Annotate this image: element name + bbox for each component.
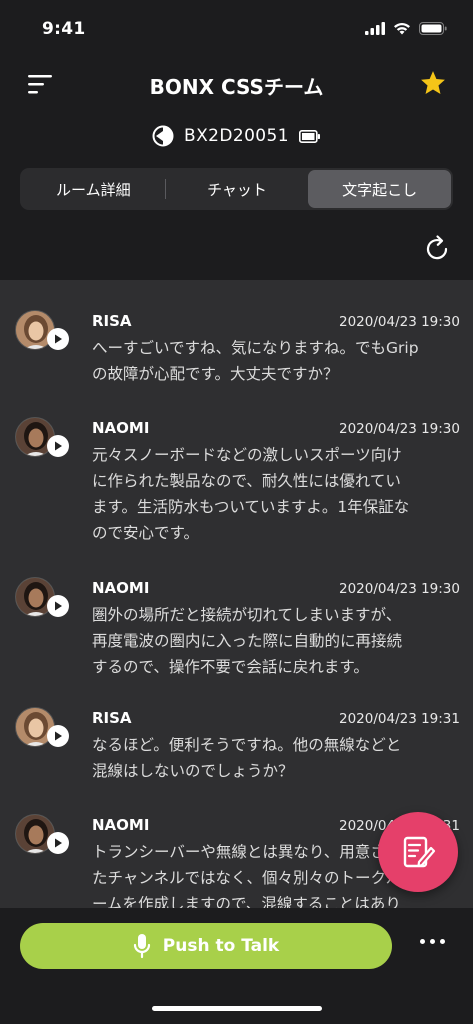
status-bar: 9:41 [0, 0, 473, 60]
speaker-name: RISA [92, 312, 132, 330]
play-audio-button[interactable] [47, 435, 69, 457]
tab-transcription[interactable]: 文字起こし [308, 170, 452, 208]
message-line: 混線はしないのでしょうか？ [92, 762, 294, 780]
device-row[interactable]: BX2D20051 [0, 120, 473, 152]
message-line: なるほど。便利そうですね。他の無線などと [92, 736, 402, 754]
compose-button[interactable] [378, 812, 458, 892]
speaker-name: NAOMI [92, 579, 150, 597]
message-text: なるほど。便利そうですね。他の無線などと 混線はしないのでしょうか？ [92, 732, 462, 784]
play-icon [55, 731, 62, 741]
page-title: BONX CSSチーム [149, 75, 324, 99]
message-line: ます。生活防水もついていますよ。1年保証な [92, 498, 410, 516]
device-battery-icon [298, 129, 320, 143]
avatar-wrap [15, 310, 69, 356]
status-time: 9:41 [42, 19, 86, 39]
push-to-talk-label: Push to Talk [162, 936, 280, 956]
battery-icon [419, 22, 447, 35]
avatar-wrap [15, 707, 69, 753]
avatar-wrap [15, 814, 69, 860]
message-text: 元々スノーボードなどの激しいスポーツ向け に作られた製品なので、耐久性には優れてい… [92, 442, 462, 546]
speaker-name: NAOMI [92, 816, 150, 834]
tab-bar: ルーム詳細 チャット 文字起こし [20, 168, 453, 210]
play-audio-button[interactable] [47, 595, 69, 617]
speaker-name: RISA [92, 709, 132, 727]
tab-room-details[interactable]: ルーム詳細 [22, 170, 165, 208]
push-to-talk-button[interactable]: Push to Talk [20, 923, 392, 969]
dot [440, 939, 445, 944]
message-text: 圏外の場所だと接続が切れてしまいますが、 再度電波の圏内に入った際に自動的に再接続… [92, 602, 462, 680]
play-audio-button[interactable] [47, 832, 69, 854]
play-icon [55, 334, 62, 344]
more-options-icon[interactable] [420, 939, 445, 944]
transcription-item: NAOMI 2020/04/23 19:30 圏外の場所だと接続が切れてしまいますが… [0, 577, 473, 707]
status-icons [365, 22, 447, 35]
header: BONX CSSチーム [0, 60, 473, 110]
note-edit-icon [403, 836, 436, 868]
message-timestamp: 2020/04/23 19:30 [338, 581, 460, 597]
message-line: に作られた製品なので、耐久性には優れてい [92, 472, 401, 490]
cellular-signal-icon [365, 22, 385, 35]
message-line: 再度電波の圏内に入った際に自動的に再接続 [92, 632, 403, 650]
tab-chat[interactable]: チャット [166, 170, 309, 208]
home-indicator [152, 1006, 322, 1011]
microphone-icon [133, 934, 150, 959]
transcription-item: RISA 2020/04/23 19:30 へーすごいですね、気になりますね。でもG… [0, 310, 473, 417]
message-line: へーすごいですね、気になりますね。でもGrip [92, 339, 419, 357]
tab-label: チャット [207, 180, 267, 199]
transcription-list[interactable]: RISA 2020/04/23 19:30 へーすごいですね、気になりますね。でもG… [0, 280, 473, 908]
message-line: の故障が心配です。大丈夫ですか？ [92, 365, 339, 383]
favorite-star-icon[interactable] [419, 69, 447, 97]
message-timestamp: 2020/04/23 19:31 [338, 711, 460, 727]
play-audio-button[interactable] [47, 725, 69, 747]
message-line: ので安心です。 [92, 524, 199, 542]
device-icon [152, 125, 174, 147]
dot [420, 939, 425, 944]
message-line: するので、操作不要で会話に戻れます。 [92, 658, 369, 676]
wifi-icon [394, 23, 410, 35]
play-icon [55, 601, 62, 611]
dot [430, 939, 435, 944]
message-line: ームを作成しますので、混線することはあり [92, 895, 401, 908]
play-icon [55, 441, 62, 451]
device-name: BX2D20051 [184, 126, 289, 146]
tab-label: ルーム詳細 [56, 180, 131, 199]
message-timestamp: 2020/04/23 19:30 [338, 421, 460, 437]
play-audio-button[interactable] [47, 328, 69, 350]
refresh-icon[interactable] [421, 233, 453, 265]
transcription-item: NAOMI 2020/04/23 19:30 元々スノーボードなどの激しいスポーツ向… [0, 417, 473, 577]
play-icon [55, 838, 62, 848]
avatar-wrap [15, 577, 69, 623]
avatar-wrap [15, 417, 69, 463]
message-text: へーすごいですね、気になりますね。でもGrip の故障が心配です。大丈夫ですか？ [92, 335, 462, 387]
transcription-item: RISA 2020/04/23 19:31 なるほど。便利そうですね。他の無線などと… [0, 707, 473, 814]
tab-label: 文字起こし [342, 180, 418, 199]
message-timestamp: 2020/04/23 19:30 [338, 314, 460, 330]
message-line: 圏外の場所だと接続が切れてしまいますが、 [92, 606, 402, 624]
speaker-name: NAOMI [92, 419, 150, 437]
bottom-bar: Push to Talk [0, 908, 473, 1024]
message-line: 元々スノーボードなどの激しいスポーツ向け [92, 446, 402, 464]
